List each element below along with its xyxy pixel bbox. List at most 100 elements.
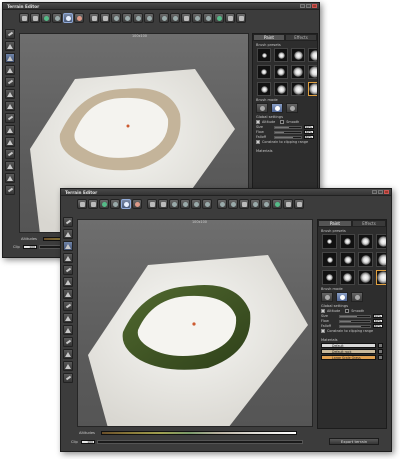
tool-raise[interactable] [63, 229, 73, 239]
tool-pick[interactable] [63, 361, 73, 371]
zoom-icon[interactable] [144, 13, 154, 23]
tool-erode[interactable] [63, 301, 73, 311]
mode-paint-button[interactable] [286, 103, 298, 113]
brush-preset[interactable] [274, 82, 288, 96]
brush-preset[interactable] [308, 65, 317, 79]
material-row-selected[interactable]: Large Scale Grass [321, 355, 383, 360]
brush-preset[interactable] [322, 252, 337, 267]
tool-brush[interactable] [5, 29, 15, 39]
tool-stamp[interactable] [5, 125, 15, 135]
size-slider[interactable] [274, 125, 302, 129]
tool-smooth[interactable] [5, 65, 15, 75]
settings-icon[interactable] [261, 199, 271, 209]
flow-slider[interactable] [339, 319, 371, 323]
camera-icon[interactable] [228, 199, 238, 209]
tool-fill[interactable] [63, 349, 73, 359]
undo-icon[interactable] [111, 13, 121, 23]
help-icon[interactable] [236, 13, 246, 23]
close-icon[interactable] [312, 4, 317, 8]
tool-lower[interactable] [63, 241, 73, 251]
undo-icon[interactable] [169, 199, 179, 209]
brush-preset[interactable] [340, 234, 355, 249]
mode-raise-button[interactable] [256, 103, 268, 113]
tab-paint[interactable]: Paint [253, 34, 285, 41]
tool-crater[interactable] [5, 101, 15, 111]
open-icon[interactable] [88, 199, 98, 209]
color-map-icon[interactable] [74, 13, 84, 23]
help-icon[interactable] [294, 199, 304, 209]
brush-preset[interactable] [257, 65, 271, 79]
frame-icon[interactable] [158, 199, 168, 209]
brush-preset[interactable] [274, 65, 288, 79]
sphere-render-icon[interactable] [121, 199, 131, 209]
mode-smooth-button[interactable] [271, 103, 283, 113]
brush-preset-selected[interactable] [376, 270, 386, 285]
brush-preset[interactable] [291, 65, 305, 79]
tool-noise[interactable] [63, 325, 73, 335]
redo-icon[interactable] [180, 199, 190, 209]
erosion-icon[interactable] [272, 199, 282, 209]
brush-preset[interactable] [340, 252, 355, 267]
fit-icon[interactable] [181, 13, 191, 23]
tool-brush[interactable] [63, 217, 73, 227]
tool-mountain[interactable] [63, 277, 73, 287]
zoom-icon[interactable] [202, 199, 212, 209]
altitude-gradient-bar[interactable] [101, 431, 297, 435]
grid-icon[interactable] [89, 13, 99, 23]
mode-paint-button[interactable] [351, 292, 363, 302]
material-edit-icon[interactable] [378, 343, 383, 348]
minimize-icon[interactable] [372, 190, 377, 194]
reset-icon[interactable] [250, 199, 260, 209]
altitude-checkbox[interactable] [256, 120, 260, 124]
tool-raise[interactable] [5, 41, 15, 51]
tool-figure[interactable] [5, 185, 15, 195]
constrain-checkbox[interactable] [256, 140, 260, 144]
flow-slider[interactable] [274, 130, 302, 134]
open-icon[interactable] [30, 13, 40, 23]
rotate-icon[interactable] [191, 199, 201, 209]
falloff-value[interactable]: 80% [373, 324, 383, 328]
tool-stamp[interactable] [63, 313, 73, 323]
brush-preset[interactable] [322, 234, 337, 249]
title-bar[interactable]: Terrain Editor [3, 3, 319, 10]
close-icon[interactable] [384, 190, 389, 194]
brush-preset[interactable] [358, 270, 373, 285]
brush-preset[interactable] [257, 48, 271, 62]
terrain-viewport[interactable]: 100x100 [77, 219, 313, 427]
frame-icon[interactable] [100, 13, 110, 23]
brush-preset[interactable] [358, 252, 373, 267]
clip-value[interactable]: 100 [81, 440, 95, 444]
tool-flatten[interactable] [63, 265, 73, 275]
brush-preset[interactable] [274, 48, 288, 62]
brush-preset[interactable] [257, 82, 271, 96]
brush-preset[interactable] [358, 234, 373, 249]
brush-preset[interactable] [376, 234, 386, 249]
tool-smooth[interactable] [63, 253, 73, 263]
reset-icon[interactable] [192, 13, 202, 23]
tab-paint[interactable]: Paint [318, 220, 352, 227]
smooth-checkbox[interactable] [280, 120, 285, 124]
new-terrain-icon[interactable] [77, 199, 87, 209]
brush-preset[interactable] [291, 82, 305, 96]
settings-icon[interactable] [203, 13, 213, 23]
color-map-icon[interactable] [132, 199, 142, 209]
clip-value[interactable]: 100 [23, 245, 37, 249]
tool-fill[interactable] [5, 161, 15, 171]
redo-icon[interactable] [122, 13, 132, 23]
tool-paint[interactable] [63, 337, 73, 347]
minimize-icon[interactable] [300, 4, 305, 8]
tool-noise[interactable] [5, 137, 15, 147]
tool-lower[interactable] [5, 53, 15, 63]
sphere-view-icon[interactable] [52, 13, 62, 23]
tool-paint[interactable] [5, 149, 15, 159]
size-value[interactable]: 50% [373, 314, 383, 318]
falloff-slider[interactable] [274, 135, 302, 139]
brush-preset[interactable] [340, 270, 355, 285]
erosion-icon[interactable] [214, 13, 224, 23]
flow-value[interactable]: 30% [373, 319, 383, 323]
brush-preset-selected[interactable] [308, 82, 317, 96]
brush-preset[interactable] [322, 270, 337, 285]
shade-icon[interactable] [99, 199, 109, 209]
maximize-icon[interactable] [306, 4, 311, 8]
altitude-checkbox[interactable] [321, 309, 325, 313]
